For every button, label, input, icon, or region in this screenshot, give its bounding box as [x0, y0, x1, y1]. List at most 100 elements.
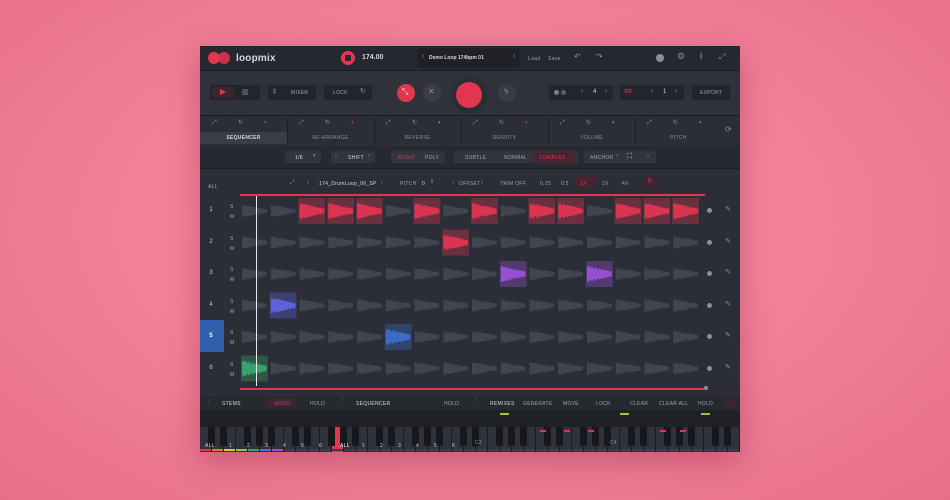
waveform-slice[interactable] — [270, 267, 296, 281]
tab-reverse[interactable]: REVERSE — [374, 132, 461, 144]
waveform-slice[interactable] — [414, 299, 440, 312]
pitch-stepper-icon[interactable]: ⇕ — [430, 180, 434, 185]
waveform-slice[interactable] — [472, 330, 497, 344]
piano-black-key[interactable] — [688, 427, 695, 446]
piano-black-key[interactable] — [520, 427, 527, 446]
mode-tool-icon[interactable]: ↻ — [673, 120, 678, 126]
piano-black-key[interactable] — [460, 427, 467, 446]
waveform-slice[interactable] — [529, 267, 555, 281]
waveform-slice[interactable] — [414, 267, 440, 281]
piano-black-key[interactable] — [352, 427, 359, 446]
piano-black-key[interactable] — [496, 427, 503, 446]
mode-tool-icon[interactable]: ↻ — [325, 120, 330, 126]
waveform-slice[interactable] — [443, 204, 468, 218]
waveform-slice[interactable] — [242, 267, 267, 281]
mode-tool-icon[interactable]: ⤢ — [560, 120, 565, 126]
solo-button[interactable]: S — [230, 267, 234, 273]
mode-tool-icon[interactable]: ↻ — [586, 120, 591, 126]
waveform-slice[interactable] — [328, 267, 353, 281]
mode-tool-icon[interactable]: ↻ — [499, 120, 504, 126]
status-dot-icon[interactable] — [656, 54, 664, 62]
waveform-slice[interactable] — [500, 235, 526, 250]
tab-density[interactable]: DENSITY — [461, 132, 548, 144]
lane-volume-dot-icon[interactable] — [707, 365, 712, 371]
lane-volume-dot-icon[interactable] — [707, 334, 712, 339]
speed-option[interactable]: 2X — [602, 181, 609, 187]
redo-icon[interactable]: ↷ — [596, 53, 603, 61]
mono-option[interactable]: MONO — [398, 155, 415, 161]
waveform-slice[interactable] — [587, 236, 612, 249]
waveform-slice[interactable] — [270, 236, 296, 249]
anchor-prev-icon[interactable]: ‹ — [616, 153, 618, 159]
waveform-slice[interactable] — [529, 330, 555, 344]
waveform-slice[interactable] — [587, 330, 612, 344]
waveform-slice[interactable] — [299, 267, 325, 281]
speed-option[interactable]: 0.25 — [540, 181, 551, 187]
mode-tool-icon[interactable]: ⤢ — [473, 120, 478, 126]
waveform-slice[interactable] — [472, 267, 497, 281]
solo-button[interactable]: S — [230, 236, 234, 242]
waveform-slice[interactable] — [443, 299, 468, 312]
solo-button[interactable]: S — [230, 299, 234, 305]
waveform-slice[interactable] — [299, 361, 325, 376]
mode-tool-icon[interactable]: ◐ — [612, 120, 616, 126]
lane-number[interactable]: 5 — [200, 333, 222, 339]
lane-edit-icon[interactable]: ✎ — [725, 301, 731, 308]
lane-edit-icon[interactable]: ✎ — [725, 269, 731, 276]
sample-next-icon[interactable]: › — [381, 180, 383, 186]
solo-button[interactable]: S — [230, 204, 234, 210]
piano-black-key[interactable] — [508, 427, 515, 446]
waveform-slice[interactable] — [615, 361, 641, 376]
step-next-icon[interactable]: › — [605, 88, 607, 95]
waveform-slice[interactable] — [328, 361, 353, 376]
waveform-slice[interactable] — [587, 362, 612, 375]
sequencer-hold-toggle[interactable]: HOLD — [444, 401, 459, 407]
waveform-slice[interactable] — [443, 362, 468, 375]
piano-black-key[interactable] — [328, 427, 335, 446]
expand-icon[interactable]: ⤢ — [719, 53, 725, 61]
waveform-slice[interactable] — [673, 267, 698, 281]
lane-edit-icon[interactable]: ✎ — [725, 332, 731, 339]
waveform-slice[interactable] — [270, 204, 296, 218]
waveform-slice[interactable] — [644, 236, 670, 249]
waveform-slice[interactable] — [270, 362, 296, 375]
waveform-slice[interactable] — [357, 236, 382, 249]
piano-black-key[interactable] — [640, 427, 647, 446]
tab-sequencer[interactable]: SEQUENCER — [200, 132, 287, 144]
waveform-slice[interactable] — [328, 330, 353, 344]
complex-option[interactable]: COMPLEX — [539, 155, 566, 161]
piano-black-key[interactable] — [256, 427, 263, 446]
waveform-slice[interactable] — [242, 204, 267, 218]
piano-black-key[interactable] — [556, 427, 563, 446]
sample-prev-icon[interactable]: ‹ — [307, 180, 309, 186]
piano-black-key[interactable] — [628, 427, 635, 446]
waveform-slice[interactable] — [414, 235, 440, 250]
waveform-slice[interactable] — [385, 298, 411, 313]
piano-black-key[interactable] — [388, 427, 395, 446]
waveform-slice[interactable] — [587, 298, 612, 313]
stems-all-key[interactable]: ALL — [205, 443, 215, 449]
refresh-icon[interactable]: ↻ — [360, 88, 366, 95]
piano-black-key[interactable] — [424, 427, 431, 446]
remix-record-button[interactable] — [723, 398, 735, 407]
waveform-slice[interactable] — [443, 330, 468, 344]
lane-volume-dot-icon[interactable] — [707, 302, 712, 308]
waveform-slice[interactable] — [587, 204, 612, 218]
waveform-slice[interactable] — [472, 235, 497, 250]
offset-next-icon[interactable]: › — [481, 180, 483, 186]
waveform-slice[interactable] — [328, 236, 353, 249]
waveform-slice[interactable] — [385, 267, 411, 281]
tab-volume[interactable]: VOLUME — [548, 132, 635, 144]
loop-next-icon[interactable]: › — [675, 88, 677, 95]
waveform-slice[interactable] — [529, 362, 555, 375]
waveform-slice[interactable] — [443, 267, 468, 281]
save-button[interactable]: Save — [548, 56, 561, 62]
mode-tool-icon[interactable]: ⤢ — [212, 120, 217, 126]
lane-volume-dot-icon[interactable] — [707, 208, 712, 213]
mode-tool-icon[interactable]: ⤢ — [299, 120, 304, 126]
lane-number[interactable]: 1 — [200, 207, 222, 213]
waveform-slice[interactable] — [357, 361, 382, 376]
piano-black-key[interactable] — [220, 427, 227, 446]
keyboard-icon[interactable]: ▥ — [242, 89, 249, 96]
waveform-slice[interactable] — [299, 299, 325, 312]
